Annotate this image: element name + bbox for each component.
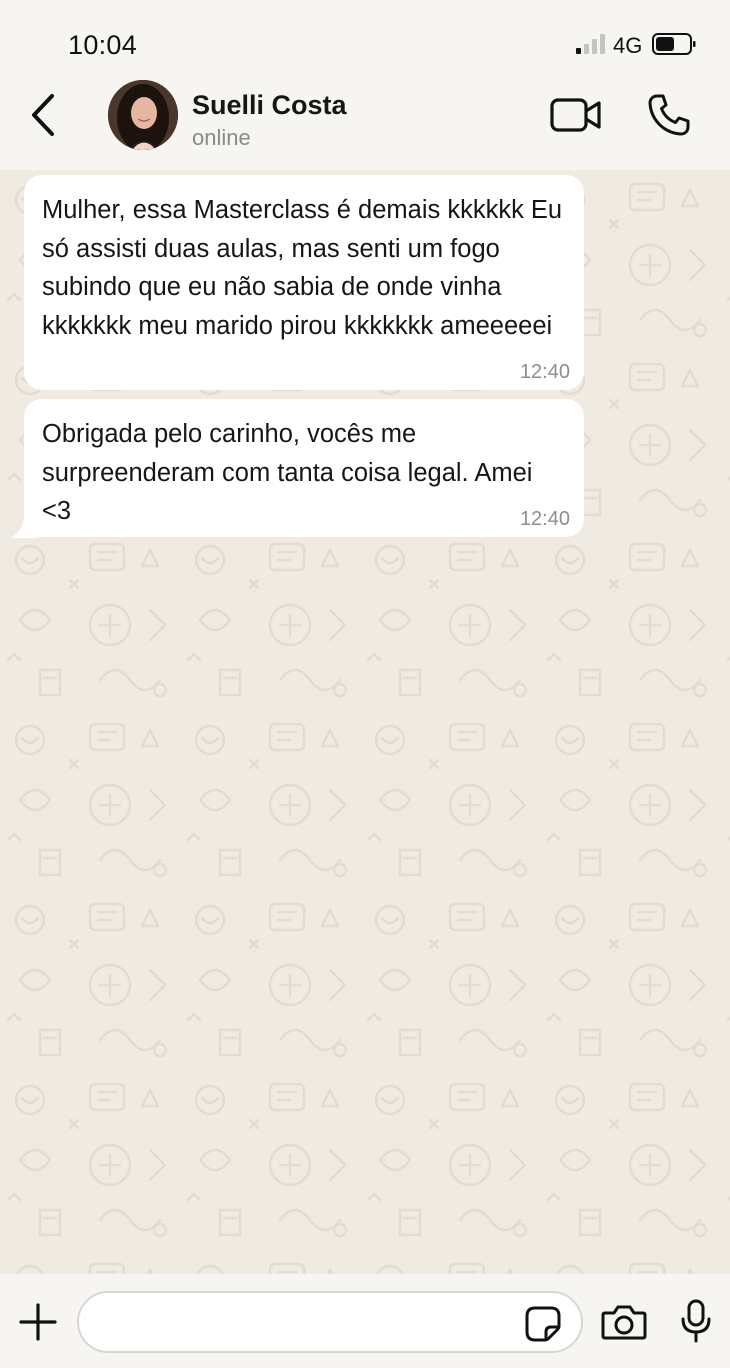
contact-status: online bbox=[192, 125, 251, 150]
message-text: Mulher, essa Masterclass é demais kkkkkk… bbox=[42, 196, 570, 340]
status-time: 10:04 bbox=[68, 30, 138, 60]
camera-icon bbox=[601, 1305, 647, 1340]
message-bubble[interactable]: Obrigada pelo carinho, vocês me surpreen… bbox=[24, 399, 584, 537]
plus-icon bbox=[19, 1303, 57, 1341]
message-text: Obrigada pelo carinho, vocês me surpreen… bbox=[42, 420, 540, 525]
sticker-button[interactable] bbox=[524, 1305, 562, 1343]
camera-button[interactable] bbox=[600, 1302, 648, 1342]
signal-icon bbox=[576, 34, 605, 54]
phone-icon bbox=[648, 94, 690, 136]
attach-button[interactable] bbox=[18, 1302, 58, 1342]
video-call-button[interactable] bbox=[548, 92, 604, 138]
battery-icon bbox=[652, 33, 696, 55]
sticker-icon bbox=[525, 1306, 561, 1342]
microphone-icon bbox=[681, 1299, 711, 1343]
avatar[interactable] bbox=[108, 80, 178, 150]
message-bubble[interactable]: Mulher, essa Masterclass é demais kkkkkk… bbox=[24, 175, 584, 390]
status-bar: 10:04 4G bbox=[0, 0, 730, 80]
message-input[interactable] bbox=[99, 1303, 519, 1343]
message-input-field[interactable] bbox=[77, 1291, 583, 1353]
voice-call-button[interactable] bbox=[644, 90, 694, 140]
chat-area[interactable]: Mulher, essa Masterclass é demais kkkkkk… bbox=[0, 170, 730, 1274]
network-type: 4G bbox=[613, 33, 643, 58]
chevron-left-icon bbox=[32, 94, 54, 136]
chat-header: Suelli Costa online bbox=[0, 80, 730, 170]
composer-bar bbox=[0, 1274, 730, 1368]
voice-message-button[interactable] bbox=[676, 1298, 716, 1344]
message-time: 12:40 bbox=[519, 361, 570, 383]
back-button[interactable] bbox=[20, 90, 66, 140]
message-time: 12:40 bbox=[519, 508, 570, 530]
video-camera-icon bbox=[550, 98, 601, 132]
contact-name[interactable]: Suelli Costa bbox=[192, 90, 347, 121]
contact-photo bbox=[108, 80, 178, 150]
